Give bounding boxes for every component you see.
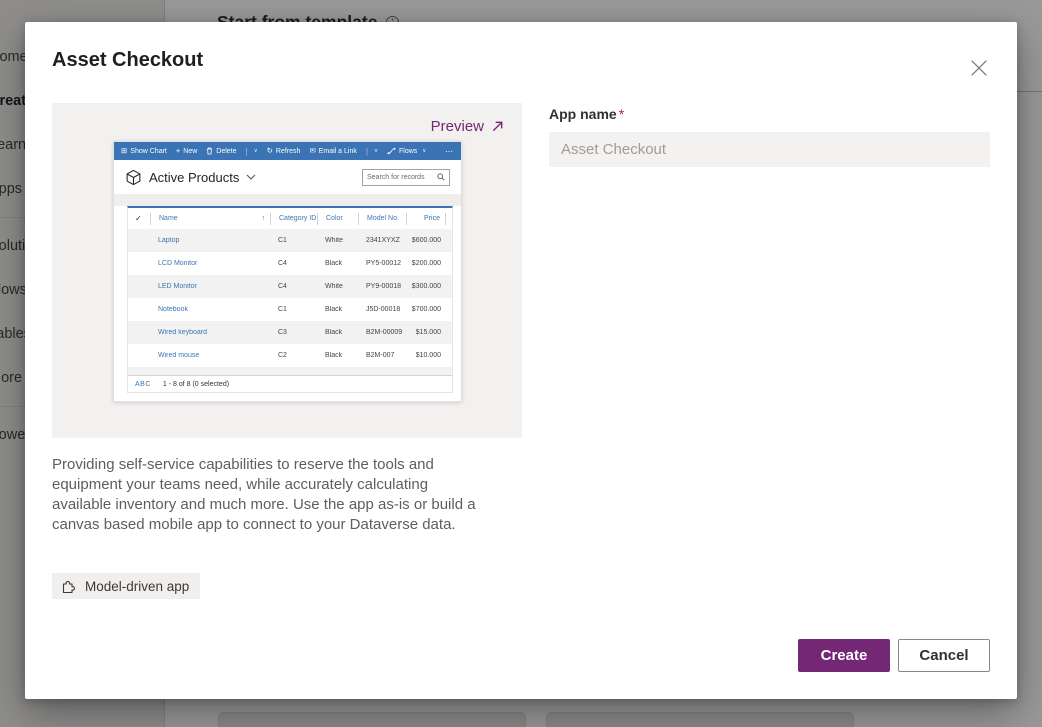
preview-toolbar-delete: Delete bbox=[206, 147, 236, 155]
grid-cell: $10.000 bbox=[406, 352, 446, 359]
grid-cell: LCD Monitor bbox=[150, 260, 270, 267]
grid-cell: Black bbox=[317, 329, 358, 336]
create-button[interactable]: Create bbox=[798, 639, 890, 672]
refresh-icon: ↻ bbox=[267, 147, 273, 155]
trash-icon bbox=[206, 147, 213, 155]
preview-toolbar-new: +New bbox=[176, 147, 197, 155]
grid-cell: Wired keyboard bbox=[150, 329, 270, 336]
grid-cell: PY9-00018 bbox=[358, 283, 406, 290]
grid-col-price: Price bbox=[406, 213, 446, 225]
grid-cell: Black bbox=[317, 260, 358, 267]
preview-toolbar-refresh: ↻Refresh bbox=[267, 147, 301, 155]
app-preview-image: ⊞Show Chart +New Delete |∨ ↻Refresh ✉Email a … bbox=[113, 141, 462, 402]
grid-cell: PY5-00012 bbox=[358, 260, 406, 267]
grid-cell: Notebook bbox=[150, 306, 270, 313]
grid-footer: ABC 1 - 8 of 8 (0 selected) bbox=[128, 375, 452, 392]
grid-row: Wired keyboardC3BlackB2M-00009$15.000 bbox=[128, 321, 452, 344]
overflow-ellipsis-icon: ⋯ bbox=[445, 147, 454, 156]
search-icon bbox=[437, 173, 445, 181]
sort-ascending-icon: ↑ bbox=[262, 215, 266, 222]
app-type-badge-label: Model-driven app bbox=[85, 579, 189, 594]
grid-cell: LED Monitor bbox=[150, 283, 270, 290]
preview-toolbar-flows: Flows∨ bbox=[387, 147, 426, 155]
grid-col-model-no-: Model No. bbox=[358, 213, 406, 225]
preview-link-label: Preview bbox=[431, 118, 484, 135]
required-asterisk: * bbox=[619, 106, 624, 122]
grid-row: Wireless keyboardC3WhitePY5-00018$50.000 bbox=[128, 367, 452, 375]
screen: HomeCreateLearnAppsSolutionsFlowsTablesM… bbox=[0, 0, 1042, 727]
select-all-check-icon: ✓ bbox=[128, 213, 150, 225]
grid-cell: White bbox=[317, 237, 358, 244]
preview-view-header: Active Products Search for records bbox=[114, 160, 461, 194]
grid-rows: LaptopC1White2341XYXZ$600.000LCD Monitor… bbox=[128, 229, 452, 375]
close-icon bbox=[970, 59, 988, 77]
grid-cell: $15.000 bbox=[406, 329, 446, 336]
cancel-button[interactable]: Cancel bbox=[898, 639, 990, 672]
close-button[interactable] bbox=[967, 56, 991, 80]
grid-cell: J5D-00018 bbox=[358, 306, 406, 313]
chart-grid-icon: ⊞ bbox=[121, 147, 127, 155]
preview-link[interactable]: Preview bbox=[431, 118, 504, 135]
preview-header-gap bbox=[114, 194, 461, 206]
grid-cell: 2341XYXZ bbox=[358, 237, 406, 244]
grid-row: Wired mouseC2BlackB2M-007$10.000 bbox=[128, 344, 452, 367]
search-placeholder: Search for records bbox=[367, 174, 437, 181]
search-records-box: Search for records bbox=[362, 169, 450, 186]
cube-icon bbox=[125, 169, 142, 186]
plus-icon: + bbox=[176, 147, 180, 155]
app-name-label: App name* bbox=[549, 106, 624, 122]
preview-command-bar: ⊞Show Chart +New Delete |∨ ↻Refresh ✉Email a … bbox=[114, 142, 461, 160]
grid-cell: White bbox=[317, 283, 358, 290]
dialog-actions: Create Cancel bbox=[798, 639, 990, 672]
chevron-down-icon: ∨ bbox=[422, 148, 426, 154]
grid-row: LCD MonitorC4BlackPY5-00012$200.000 bbox=[128, 252, 452, 275]
grid-row: LaptopC1White2341XYXZ$600.000 bbox=[128, 229, 452, 252]
app-name-input[interactable] bbox=[549, 132, 990, 167]
grid-cell: $300.000 bbox=[406, 283, 446, 290]
grid-col-name: Name↑ bbox=[150, 213, 270, 225]
grid-cell: C4 bbox=[270, 283, 317, 290]
grid-cell: C2 bbox=[270, 352, 317, 359]
mail-icon: ✉ bbox=[309, 147, 315, 155]
grid-cell: C3 bbox=[270, 329, 317, 336]
grid-col-category-id: Category ID bbox=[270, 213, 317, 225]
grid-cell: Black bbox=[317, 306, 358, 313]
grid-cell: C1 bbox=[270, 237, 317, 244]
grid-col-color: Color bbox=[317, 213, 358, 225]
view-title: Active Products bbox=[149, 170, 239, 185]
record-count-status: 1 - 8 of 8 (0 selected) bbox=[163, 381, 229, 388]
grid-cell: C4 bbox=[270, 260, 317, 267]
grid-cell: Wired mouse bbox=[150, 352, 270, 359]
app-type-badge: Model-driven app bbox=[52, 573, 200, 599]
grid-row: NotebookC1BlackJ5D-00018$700.000 bbox=[128, 298, 452, 321]
preview-data-grid: ✓Name↑Category IDColorModel No.Price Lap… bbox=[127, 206, 453, 393]
preview-panel: Preview ⊞Show Chart +New Delete |∨ ↻Refresh ✉… bbox=[52, 103, 522, 438]
asset-checkout-dialog: Asset Checkout Preview ⊞Show Cha bbox=[25, 22, 1017, 699]
grid-cell: B2M-00009 bbox=[358, 329, 406, 336]
split-chevron-icon: |∨ bbox=[366, 147, 378, 156]
puzzle-icon bbox=[61, 578, 77, 594]
grid-cell: $700.000 bbox=[406, 306, 446, 313]
grid-cell: $600.000 bbox=[406, 237, 446, 244]
grid-cell: Black bbox=[317, 352, 358, 359]
grid-cell: $200.000 bbox=[406, 260, 446, 267]
template-description: Providing self-service capabilities to r… bbox=[52, 455, 490, 535]
split-chevron-icon: |∨ bbox=[246, 147, 258, 156]
chevron-down-icon bbox=[246, 174, 256, 180]
grid-header-row: ✓Name↑Category IDColorModel No.Price bbox=[128, 208, 452, 229]
flow-icon bbox=[387, 147, 396, 155]
dialog-title: Asset Checkout bbox=[52, 49, 203, 72]
jump-bar-abc: ABC bbox=[135, 381, 151, 388]
grid-cell: Laptop bbox=[150, 237, 270, 244]
preview-toolbar-email-a-link: ✉Email a Link bbox=[309, 147, 356, 155]
grid-cell: B2M-007 bbox=[358, 352, 406, 359]
preview-toolbar-show-chart: ⊞Show Chart bbox=[121, 147, 167, 155]
open-preview-arrow-icon bbox=[491, 120, 504, 133]
grid-row: LED MonitorC4WhitePY9-00018$300.000 bbox=[128, 275, 452, 298]
grid-cell: C1 bbox=[270, 306, 317, 313]
